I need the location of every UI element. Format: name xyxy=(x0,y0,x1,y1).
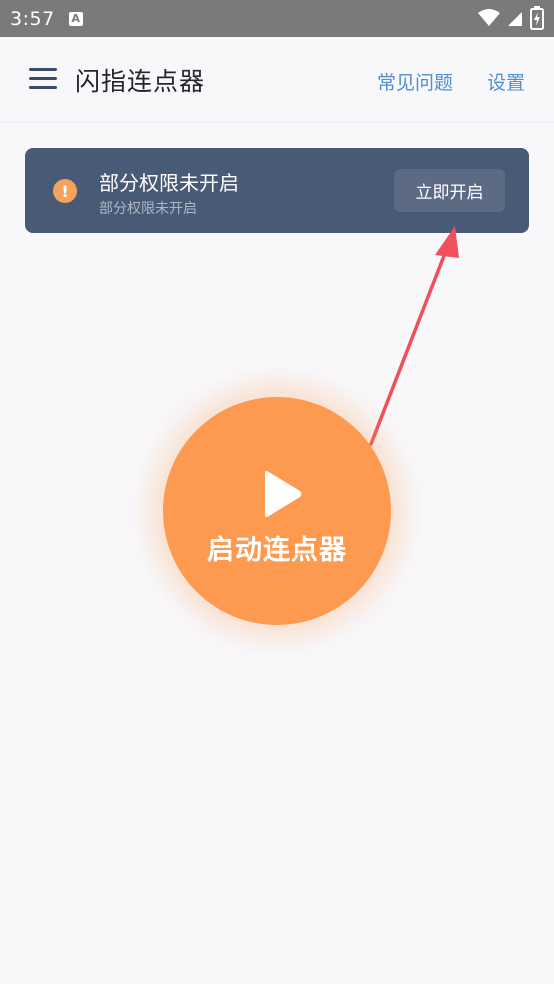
app-header: 闪指连点器 常见问题 设置 xyxy=(0,37,554,123)
keyboard-notification-icon: A xyxy=(68,11,83,26)
app-title: 闪指连点器 xyxy=(75,67,206,96)
banner-subtitle: 部分权限未开启 xyxy=(99,201,197,217)
banner-title: 部分权限未开启 xyxy=(99,171,239,195)
battery-charging-icon xyxy=(530,6,544,30)
status-time: 3:57 xyxy=(10,7,55,30)
status-bar: 3:57 A xyxy=(0,0,554,37)
signal-icon xyxy=(508,12,522,26)
play-icon xyxy=(265,471,302,517)
start-clicker-label: 启动连点器 xyxy=(207,535,347,566)
settings-link[interactable]: 设置 xyxy=(487,68,525,95)
start-clicker-button[interactable]: 启动连点器 xyxy=(163,397,391,625)
warning-icon: ! xyxy=(53,179,77,203)
wifi-icon xyxy=(478,9,500,26)
faq-link[interactable]: 常见问题 xyxy=(377,68,453,95)
status-icons xyxy=(478,6,544,30)
menu-icon[interactable] xyxy=(29,68,57,92)
enable-now-button[interactable]: 立即开启 xyxy=(394,169,505,212)
permission-banner: ! 部分权限未开启 部分权限未开启 立即开启 xyxy=(25,148,529,233)
